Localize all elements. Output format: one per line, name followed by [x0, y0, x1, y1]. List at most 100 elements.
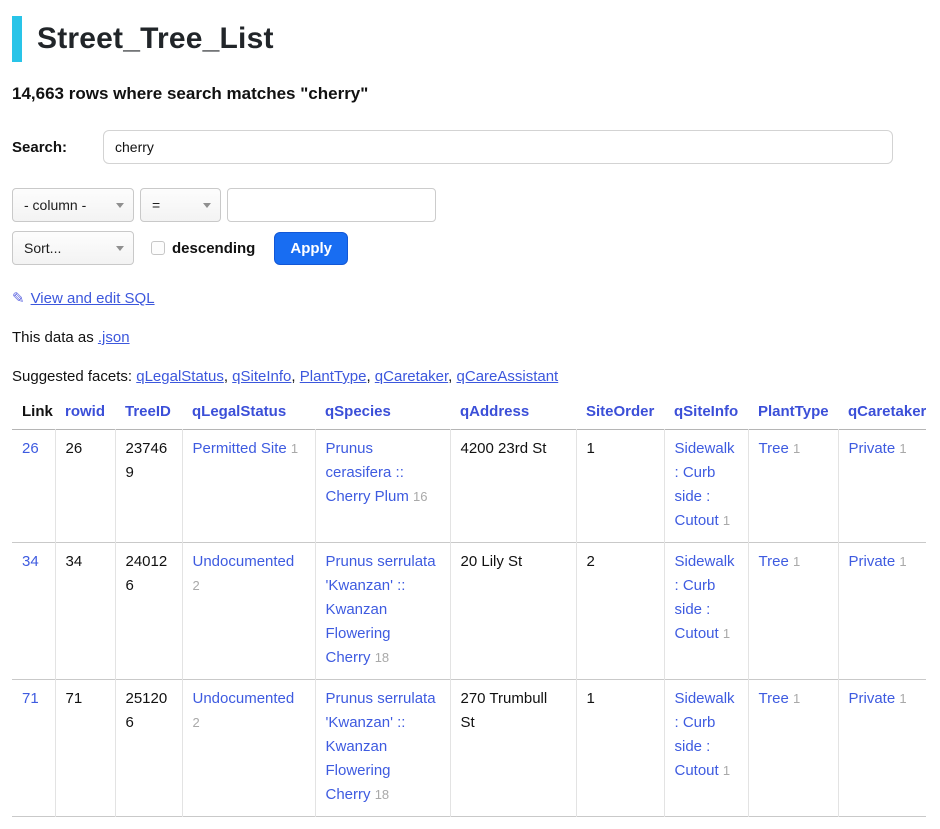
facet-value-link[interactable]: Permitted Site [193, 440, 287, 457]
cell-siteorder: 1 [576, 430, 664, 543]
facet-value-link[interactable]: Private [849, 440, 896, 457]
cell-qlegalstatus: Undocumented 2 [182, 543, 315, 680]
chevron-down-icon [116, 203, 124, 208]
facet-link-qcareassistant[interactable]: qCareAssistant [457, 368, 559, 385]
filter-column-select[interactable]: - column - [12, 188, 134, 222]
cell-qcaretaker: Private 1 [838, 430, 926, 543]
column-header-qspecies: qSpecies [315, 399, 450, 430]
chevron-down-icon [116, 246, 124, 251]
facet-count: 1 [723, 626, 730, 641]
facet-count: 1 [793, 691, 800, 706]
cell-qaddress: 20 Lily St [450, 543, 576, 680]
facet-count: 1 [723, 513, 730, 528]
cell-treeid: 237469 [115, 430, 182, 543]
column-header-qaddress: qAddress [450, 399, 576, 430]
facet-count: 1 [899, 691, 906, 706]
filter-value-input[interactable] [227, 188, 436, 222]
column-header-planttype: PlantType [748, 399, 838, 430]
facet-value-link[interactable]: Undocumented [193, 690, 295, 707]
column-header-qcaretaker-link[interactable]: qCaretaker [848, 403, 926, 420]
facet-value-link[interactable]: Tree [759, 690, 789, 707]
cell-qsiteinfo: Sidewalk: Curb side : Cutout 1 [664, 543, 748, 680]
view-edit-sql-link[interactable]: View and edit SQL [31, 290, 155, 307]
facet-link-qsiteinfo[interactable]: qSiteInfo [232, 368, 291, 385]
column-header-qlegalstatus-link[interactable]: qLegalStatus [192, 403, 286, 420]
cell-link: 71 [12, 680, 55, 817]
facet-link-qlegalstatus[interactable]: qLegalStatus [136, 368, 224, 385]
column-header-qlegalstatus: qLegalStatus [182, 399, 315, 430]
row-detail-link[interactable]: 71 [22, 690, 39, 707]
cell-qspecies: Prunus serrulata 'Kwanzan' :: Kwanzan Fl… [315, 680, 450, 817]
cell-qlegalstatus: Undocumented 2 [182, 680, 315, 817]
pencil-icon: ✎ [12, 290, 25, 307]
facet-link-planttype[interactable]: PlantType [300, 368, 367, 385]
table-row: 34 34 240126 Undocumented 2 Prunus serru… [12, 543, 926, 680]
row-detail-link[interactable]: 34 [22, 553, 39, 570]
sort-select-value: Sort... [24, 240, 61, 256]
column-header-qsiteinfo: qSiteInfo [664, 399, 748, 430]
column-header-siteorder-link[interactable]: SiteOrder [586, 403, 654, 420]
data-as-line: This data as .json [12, 329, 928, 346]
facet-value-link[interactable]: Undocumented [193, 553, 295, 570]
cell-qspecies: Prunus cerasifera :: Cherry Plum 16 [315, 430, 450, 543]
view-edit-sql-line: ✎ View and edit SQL [12, 289, 928, 307]
sort-row: Sort... descending Apply [12, 231, 928, 265]
facet-value-link[interactable]: Tree [759, 553, 789, 570]
column-header-qspecies-link[interactable]: qSpecies [325, 403, 391, 420]
apply-button[interactable]: Apply [274, 232, 348, 265]
cell-qcaretaker: Private 1 [838, 680, 926, 817]
filter-row: - column - = [12, 188, 928, 222]
facet-value-link[interactable]: Private [849, 690, 896, 707]
facet-value-link[interactable]: Tree [759, 440, 789, 457]
column-header-rowid-link[interactable]: rowid [65, 403, 105, 420]
filter-operator-value: = [152, 197, 160, 213]
cell-qspecies: Prunus serrulata 'Kwanzan' :: Kwanzan Fl… [315, 543, 450, 680]
facet-count: 1 [723, 763, 730, 778]
cell-rowid: 26 [55, 430, 115, 543]
search-input[interactable] [103, 130, 893, 164]
column-header-treeid: TreeID [115, 399, 182, 430]
search-label: Search: [12, 139, 103, 156]
cell-qaddress: 270 Trumbull St [450, 680, 576, 817]
facet-count: 2 [193, 578, 200, 593]
suggested-facets-line: Suggested facets: qLegalStatus, qSiteInf… [12, 368, 928, 385]
cell-qsiteinfo: Sidewalk: Curb side : Cutout 1 [664, 430, 748, 543]
descending-option: descending [151, 240, 255, 257]
data-as-prefix: This data as [12, 329, 98, 346]
filter-operator-select[interactable]: = [140, 188, 221, 222]
sort-select[interactable]: Sort... [12, 231, 134, 265]
json-link[interactable]: .json [98, 329, 130, 346]
column-header-planttype-link[interactable]: PlantType [758, 403, 829, 420]
descending-checkbox[interactable] [151, 241, 165, 255]
chevron-down-icon [203, 203, 211, 208]
cell-siteorder: 2 [576, 543, 664, 680]
facets-prefix: Suggested facets: [12, 368, 136, 385]
facet-value-link[interactable]: Private [849, 553, 896, 570]
descending-label: descending [172, 240, 255, 257]
facet-link-qcaretaker[interactable]: qCaretaker [375, 368, 448, 385]
column-header-rowid: rowid [55, 399, 115, 430]
column-header-qaddress-link[interactable]: qAddress [460, 403, 529, 420]
cell-rowid: 71 [55, 680, 115, 817]
cell-qaddress: 4200 23rd St [450, 430, 576, 543]
facet-count: 18 [375, 787, 389, 802]
filter-column-value: - column - [24, 197, 86, 213]
search-form: Search: [12, 130, 928, 164]
column-header-treeid-link[interactable]: TreeID [125, 403, 171, 420]
page-title-text: Street_Tree_List [37, 22, 274, 55]
facet-value-link[interactable]: Prunus cerasifera :: Cherry Plum [326, 440, 409, 505]
facet-count: 1 [793, 441, 800, 456]
cell-qlegalstatus: Permitted Site 1 [182, 430, 315, 543]
column-header-link: Link [12, 399, 55, 430]
cell-planttype: Tree 1 [748, 680, 838, 817]
facet-count: 1 [899, 441, 906, 456]
facet-count: 1 [899, 554, 906, 569]
cell-treeid: 251206 [115, 680, 182, 817]
cell-link: 34 [12, 543, 55, 680]
table-row: 71 71 251206 Undocumented 2 Prunus serru… [12, 680, 926, 817]
column-header-siteorder: SiteOrder [576, 399, 664, 430]
cell-planttype: Tree 1 [748, 543, 838, 680]
row-detail-link[interactable]: 26 [22, 440, 39, 457]
column-header-qsiteinfo-link[interactable]: qSiteInfo [674, 403, 738, 420]
cell-rowid: 34 [55, 543, 115, 680]
